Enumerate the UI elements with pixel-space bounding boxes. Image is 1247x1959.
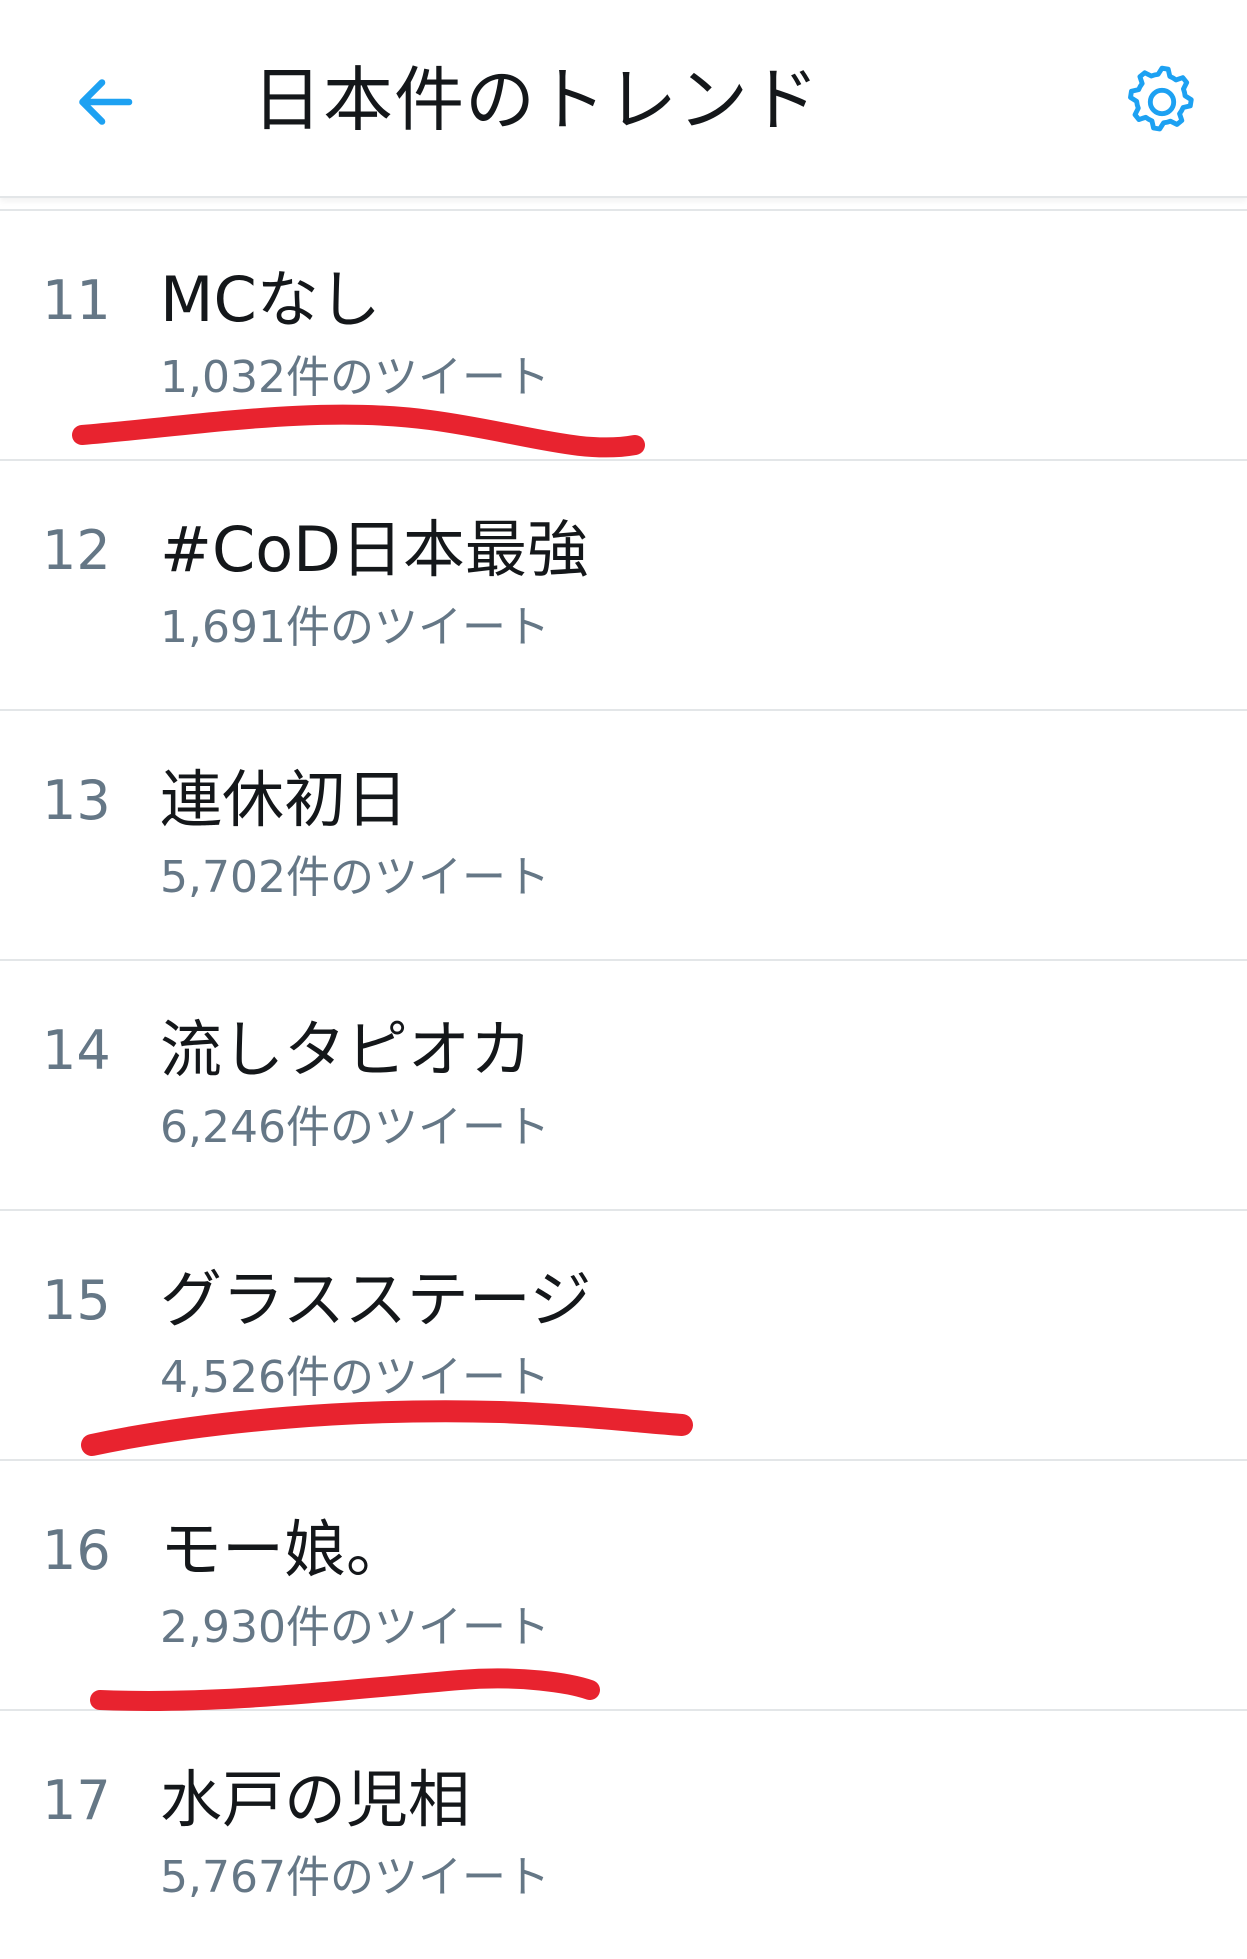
trend-rank: 11 — [42, 269, 111, 332]
trend-name: MCなし — [160, 263, 381, 336]
trend-name: モー娘。 — [160, 1513, 409, 1586]
trend-rank: 17 — [42, 1769, 111, 1832]
trend-name: 流しタピオカ — [160, 1013, 533, 1086]
trend-rank: 15 — [42, 1269, 111, 1332]
trend-rank: 13 — [42, 769, 111, 832]
trend-name: 連休初日 — [160, 763, 409, 836]
trend-name: #CoD日本最強 — [160, 513, 589, 586]
page-title: 日本件のトレンド — [252, 59, 820, 141]
tweet-count: 4,526件のツイート — [160, 1352, 550, 1403]
tweet-count: 5,702件のツイート — [160, 852, 550, 903]
tweet-count: 1,032件のツイート — [160, 352, 550, 403]
tweet-count: 5,767件のツイート — [160, 1852, 550, 1903]
trends-list: 11 MCなし 1,032件のツイート 12 #CoD日本最強 1,691件のツ… — [0, 209, 1247, 1959]
trend-rank: 14 — [42, 1019, 111, 1082]
tweet-count: 2,930件のツイート — [160, 1602, 550, 1653]
top-app-bar: 日本件のトレンド — [0, 0, 1247, 198]
trend-name: グラスステージ — [160, 1263, 592, 1336]
trend-item-11[interactable]: 11 MCなし 1,032件のツイート — [0, 211, 1247, 461]
back-button[interactable] — [55, 52, 155, 152]
trend-item-12[interactable]: 12 #CoD日本最強 1,691件のツイート — [0, 461, 1247, 711]
trend-item-13[interactable]: 13 連休初日 5,702件のツイート — [0, 711, 1247, 961]
arrow-left-icon — [79, 79, 133, 125]
trend-name: 水戸の児相 — [160, 1763, 471, 1836]
trend-item-17[interactable]: 17 水戸の児相 5,767件のツイート — [0, 1711, 1247, 1959]
trend-item-15[interactable]: 15 グラスステージ 4,526件のツイート — [0, 1211, 1247, 1461]
trend-rank: 16 — [42, 1519, 111, 1582]
trend-rank: 12 — [42, 519, 111, 582]
tweet-count: 1,691件のツイート — [160, 602, 550, 653]
trend-item-14[interactable]: 14 流しタピオカ 6,246件のツイート — [0, 961, 1247, 1211]
gear-icon — [1128, 65, 1194, 132]
trend-item-16[interactable]: 16 モー娘。 2,930件のツイート — [0, 1461, 1247, 1711]
tweet-count: 6,246件のツイート — [160, 1102, 550, 1153]
settings-button[interactable] — [1112, 52, 1212, 152]
